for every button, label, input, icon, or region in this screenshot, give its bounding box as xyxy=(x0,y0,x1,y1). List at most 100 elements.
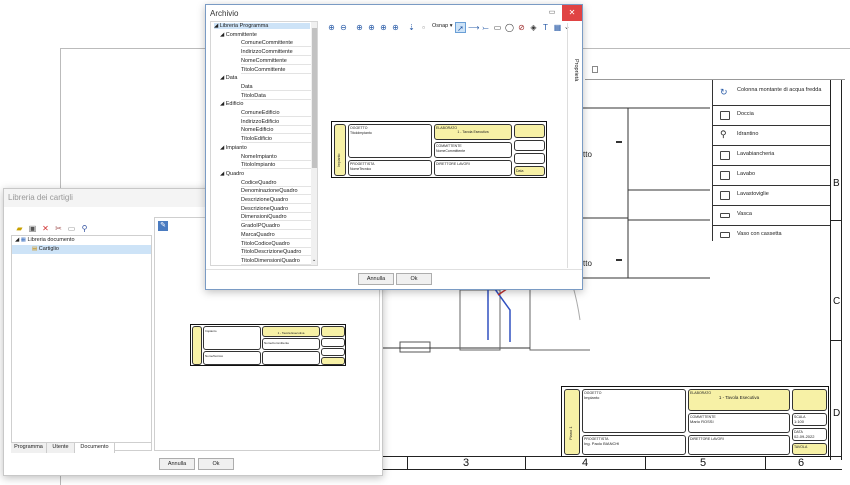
archivio-title: Archivio xyxy=(210,9,239,18)
zoom-out-icon[interactable]: ⊖ xyxy=(338,22,349,33)
close-button[interactable]: ✕ xyxy=(562,5,582,21)
legend-row: ↻ Colonna montante di acqua fredda xyxy=(712,82,830,106)
tree-leaf-item[interactable]: DescrizioneQuadro xyxy=(241,197,317,204)
polyline-tool-icon[interactable]: ⤚ xyxy=(480,22,491,33)
archivio-cancel-button[interactable]: Annulla xyxy=(358,273,394,285)
tb-progettista-cell: PROGETTISTA Ing. Paolo BIANCHI xyxy=(582,435,686,455)
rectangle-tool-icon[interactable]: ▭ xyxy=(492,22,503,33)
cad-top-border xyxy=(585,50,845,80)
footer-divider xyxy=(206,269,582,270)
properties-tab[interactable]: Proprietà xyxy=(573,59,579,81)
tree-leaf-item[interactable]: MarcaQuadro xyxy=(241,232,317,239)
select-pointer-icon[interactable]: ➚ xyxy=(455,22,466,33)
tree-leaf-item[interactable]: CodiceQuadro xyxy=(241,180,317,187)
tb-direttore-cell xyxy=(262,351,320,365)
tree-leaf-item[interactable]: Data xyxy=(241,84,317,91)
osnap-dropdown[interactable]: Osnap ▾ xyxy=(432,23,453,29)
rename-icon[interactable]: ▭ xyxy=(66,223,77,234)
toilet-icon xyxy=(720,232,730,238)
tree-group-item[interactable]: ◢ Libreria Programma xyxy=(214,23,310,29)
tree-leaf-item[interactable]: NomeCommittente xyxy=(241,58,317,65)
tree-group-item[interactable]: ◢ Data xyxy=(220,75,237,81)
edit-icon[interactable]: ✎ xyxy=(158,221,168,231)
tree-leaf-item[interactable]: TitoloCommittente xyxy=(241,67,317,74)
cut-icon[interactable]: ✂ xyxy=(53,223,64,234)
tree-leaf-item[interactable]: GradoIPQuadro xyxy=(241,223,317,231)
cad-title-block[interactable]: Piano 1 OGGETTO Impianto ELABORATO 1 - T… xyxy=(561,386,829,457)
find-icon[interactable]: ⚲ xyxy=(79,223,90,234)
tree-leaf-item[interactable]: TitoloEdificio xyxy=(241,136,317,144)
legend-row: Lavabo xyxy=(712,166,830,186)
scroll-down-icon[interactable]: ⌄ xyxy=(312,257,316,263)
row-label-b: B xyxy=(833,178,840,189)
tree-scrollbar[interactable]: ⌄ xyxy=(311,22,317,265)
tree-leaf-item[interactable]: ComuneEdificio xyxy=(241,110,317,117)
cad-frame-right-outer xyxy=(841,80,842,460)
tree-group-item[interactable]: ◢ Edificio xyxy=(220,101,244,107)
pan-icon[interactable]: ⊕ xyxy=(390,22,401,33)
tb-direttore-cell: DIRETTORE LAVORI xyxy=(434,160,512,176)
archivio-preview-canvas[interactable]: Impianto OGGETTO TitoloImpianto ELABORAT… xyxy=(324,36,565,266)
tab-documento[interactable]: Documento xyxy=(75,443,115,453)
legend-row: Vaso con cassetta xyxy=(712,226,830,246)
circle-tool-icon[interactable]: ◯ xyxy=(504,22,515,33)
scrollbar-thumb[interactable] xyxy=(312,28,317,168)
fill-tool-icon[interactable]: ◈ xyxy=(528,22,539,33)
tb-scala-cell xyxy=(321,338,345,347)
text-tool-icon[interactable]: T xyxy=(540,22,551,33)
new-icon[interactable]: ▣ xyxy=(27,223,38,234)
tree-root[interactable]: ◢ ▦ Libreria documento xyxy=(15,237,75,243)
tb-tavola-cell: TAVOLA xyxy=(792,443,827,455)
tree-leaf-item[interactable]: NomeImpianto xyxy=(241,154,317,161)
open-folder-icon[interactable]: ▰ xyxy=(14,223,25,234)
tab-programma[interactable]: Programma xyxy=(11,443,47,453)
tree-leaf-item[interactable]: NomeEdificio xyxy=(241,127,317,135)
library-ok-button[interactable]: Ok xyxy=(198,458,234,470)
tb-tavola-cell xyxy=(321,357,345,365)
tb-committente-cell: NomeCommittente xyxy=(262,338,320,350)
grid-icon[interactable]: ▫ xyxy=(418,22,429,33)
col-label-4: 4 xyxy=(582,457,589,469)
properties-side-panel[interactable]: Proprietà xyxy=(567,23,581,268)
line-tool-icon[interactable]: ⟶ xyxy=(468,22,479,33)
archivio-preview-title-block: Impianto OGGETTO TitoloImpianto ELABORAT… xyxy=(331,121,547,178)
tree-leaf-item[interactable]: IndirizzoCommittente xyxy=(241,49,317,57)
no-entry-icon[interactable]: ⊘ xyxy=(516,22,527,33)
tree-group-item[interactable]: ◢ Quadro xyxy=(220,171,244,177)
delete-icon[interactable]: ✕ xyxy=(40,223,51,234)
tree-leaf-item[interactable]: ComuneCommittente xyxy=(241,40,317,48)
tree-group-item[interactable]: ◢ Impianto xyxy=(220,145,247,151)
image-tool-icon[interactable]: ▦ xyxy=(552,22,563,33)
zoom-in-icon[interactable]: ⊕ xyxy=(326,22,337,33)
tree-leaf-item[interactable]: TitoloData xyxy=(241,93,317,100)
archivio-window[interactable]: Archivio ▭ ✕ ◢ Libreria Programma ◢ Commi… xyxy=(205,4,583,290)
tree-leaf-item[interactable]: TitoloDimensioniQuadro xyxy=(241,258,317,265)
cad-frame-right xyxy=(830,80,831,460)
tree-group-item[interactable]: ◢ Committente xyxy=(220,32,257,38)
tree-leaf-item[interactable]: DescrizioneQuadro xyxy=(241,206,317,213)
library-toolbar: ▰ ▣ ✕ ✂ ▭ ⚲ xyxy=(14,223,134,235)
archivio-ok-button[interactable]: Ok xyxy=(396,273,432,285)
archivio-tree-panel[interactable]: ◢ Libreria Programma ◢ Committente ComuneC… xyxy=(210,21,318,266)
zoom-all-icon[interactable]: ⊕ xyxy=(378,22,389,33)
tb-logo-cell xyxy=(321,326,345,337)
library-tree-panel[interactable]: ◢ ▦ Libreria documento ▤ Cartiglio xyxy=(11,235,152,451)
tree-leaf-item[interactable]: TitoloDescrizioneQuadro xyxy=(241,249,317,257)
tree-leaf-item[interactable]: DenominazioneQuadro xyxy=(241,188,317,196)
tree-leaf-item[interactable]: DimensioniQuadro xyxy=(241,214,317,222)
snap-icon[interactable]: ⇣ xyxy=(406,22,417,33)
zoom-extents-icon[interactable]: ⊕ xyxy=(366,22,377,33)
restore-button[interactable]: ▭ xyxy=(542,5,562,21)
tree-selected-row[interactable]: ▤ Cartiglio xyxy=(12,245,151,254)
tree-leaf-item[interactable]: TitoloCodiceQuadro xyxy=(241,241,317,248)
tree-leaf-item[interactable]: TitoloImpianto xyxy=(241,162,317,170)
cartiglio-icon: ▤ xyxy=(32,246,38,252)
zoom-window-icon[interactable]: ⊕ xyxy=(354,22,365,33)
library-cancel-button[interactable]: Annulla xyxy=(159,458,195,470)
tab-utente[interactable]: Utente xyxy=(47,443,75,453)
library-preview-title-block: Impianto 1 - Tavola Esecutiva NomeCommit… xyxy=(190,324,346,366)
cad-small-box xyxy=(592,66,598,73)
tb-committente-cell: COMMITTENTE NomeCommittente xyxy=(434,142,512,158)
tree-leaf-item[interactable]: IndirizzoEdificio xyxy=(241,119,317,126)
cad-row-divider xyxy=(830,220,842,221)
